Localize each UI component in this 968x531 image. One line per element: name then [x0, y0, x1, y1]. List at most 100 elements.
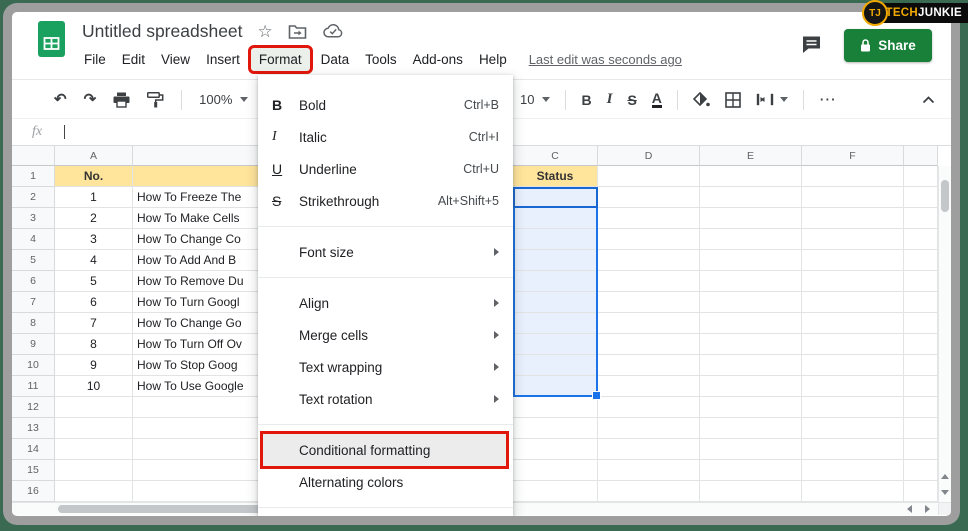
cell[interactable] [802, 418, 904, 439]
cell[interactable]: No. [55, 166, 133, 187]
cell[interactable]: 9 [55, 355, 133, 376]
cell[interactable]: 1 [55, 187, 133, 208]
menu-item-align[interactable]: Align [258, 287, 513, 319]
cell[interactable] [598, 250, 700, 271]
cell[interactable] [700, 166, 802, 187]
cell[interactable] [598, 187, 700, 208]
cell[interactable] [904, 418, 938, 439]
merge-cells-select[interactable] [756, 93, 788, 106]
menu-item-strikethrough[interactable]: S Strikethrough Alt+Shift+5 [258, 185, 513, 217]
cell[interactable] [802, 187, 904, 208]
row-header[interactable]: 12 [12, 397, 55, 418]
cell[interactable] [904, 250, 938, 271]
cell[interactable] [513, 355, 598, 376]
cell[interactable]: 3 [55, 229, 133, 250]
cell[interactable] [802, 313, 904, 334]
cell[interactable] [700, 250, 802, 271]
italic-button[interactable]: I [607, 92, 613, 107]
cell[interactable] [598, 313, 700, 334]
cell[interactable] [700, 334, 802, 355]
cell[interactable] [904, 439, 938, 460]
cell[interactable] [700, 355, 802, 376]
cell[interactable] [904, 334, 938, 355]
cell[interactable] [513, 418, 598, 439]
cell[interactable] [598, 229, 700, 250]
row-header[interactable]: 1 [12, 166, 55, 187]
cell[interactable] [598, 271, 700, 292]
menu-edit[interactable]: Edit [114, 48, 153, 71]
cell[interactable] [700, 313, 802, 334]
menu-view[interactable]: View [153, 48, 198, 71]
cell[interactable] [802, 397, 904, 418]
cell[interactable] [513, 250, 598, 271]
sheets-logo-icon[interactable] [38, 21, 65, 57]
text-color-button[interactable]: A [652, 91, 662, 108]
cell[interactable] [700, 292, 802, 313]
menu-insert[interactable]: Insert [198, 48, 248, 71]
paint-format-icon[interactable] [147, 92, 164, 108]
row-header[interactable]: 15 [12, 460, 55, 481]
print-icon[interactable] [113, 92, 130, 108]
cell[interactable] [55, 439, 133, 460]
strikethrough-button[interactable]: S [627, 93, 636, 107]
cell[interactable] [904, 376, 938, 397]
cell[interactable] [904, 187, 938, 208]
menu-item-italic[interactable]: I Italic Ctrl+I [258, 121, 513, 153]
cell[interactable] [904, 481, 938, 502]
cell[interactable] [802, 334, 904, 355]
cell[interactable] [598, 481, 700, 502]
cell[interactable] [598, 460, 700, 481]
menu-format[interactable]: Format [251, 48, 310, 71]
cell[interactable]: Status [513, 166, 598, 187]
row-header[interactable]: 10 [12, 355, 55, 376]
vertical-scrollbar-thumb[interactable] [941, 180, 949, 212]
row-header[interactable]: 3 [12, 208, 55, 229]
redo-icon[interactable]: ↷ [84, 92, 97, 107]
cell[interactable] [598, 439, 700, 460]
cell[interactable] [598, 334, 700, 355]
document-title[interactable]: Untitled spreadsheet [82, 21, 243, 42]
cell[interactable] [598, 166, 700, 187]
row-header[interactable]: 13 [12, 418, 55, 439]
cell[interactable] [513, 481, 598, 502]
cell[interactable] [513, 397, 598, 418]
fill-color-icon[interactable] [693, 92, 710, 108]
zoom-select[interactable]: 100% [199, 92, 248, 107]
row-header[interactable]: 6 [12, 271, 55, 292]
cell[interactable] [55, 481, 133, 502]
cell[interactable] [904, 271, 938, 292]
menu-help[interactable]: Help [471, 48, 515, 71]
scroll-down-arrow[interactable] [939, 484, 951, 500]
menu-item-alternating-colors[interactable]: Alternating colors [258, 466, 513, 498]
row-header[interactable]: 9 [12, 334, 55, 355]
cell[interactable] [513, 292, 598, 313]
column-header-a[interactable]: A [55, 146, 133, 166]
cell[interactable] [904, 397, 938, 418]
scroll-left-arrow[interactable] [900, 503, 918, 515]
fill-handle[interactable] [592, 391, 601, 400]
cell[interactable]: 5 [55, 271, 133, 292]
comment-icon[interactable] [801, 35, 822, 54]
row-header[interactable]: 16 [12, 481, 55, 502]
cell[interactable]: 10 [55, 376, 133, 397]
cell[interactable] [802, 355, 904, 376]
cell[interactable] [513, 229, 598, 250]
cell[interactable] [802, 166, 904, 187]
cell[interactable] [700, 229, 802, 250]
cell[interactable] [513, 376, 598, 397]
column-header-f[interactable]: F [802, 146, 904, 166]
cell[interactable] [55, 418, 133, 439]
cell[interactable] [513, 313, 598, 334]
row-header[interactable]: 2 [12, 187, 55, 208]
scroll-right-arrow[interactable] [918, 503, 936, 515]
column-header-e[interactable]: E [700, 146, 802, 166]
cell[interactable]: 7 [55, 313, 133, 334]
cell[interactable] [802, 376, 904, 397]
cell[interactable] [700, 271, 802, 292]
undo-icon[interactable]: ↶ [54, 92, 67, 107]
row-header[interactable]: 11 [12, 376, 55, 397]
cell[interactable] [700, 397, 802, 418]
cell[interactable] [904, 166, 938, 187]
menu-item-font-size[interactable]: Font size [258, 236, 513, 268]
row-header[interactable]: 8 [12, 313, 55, 334]
